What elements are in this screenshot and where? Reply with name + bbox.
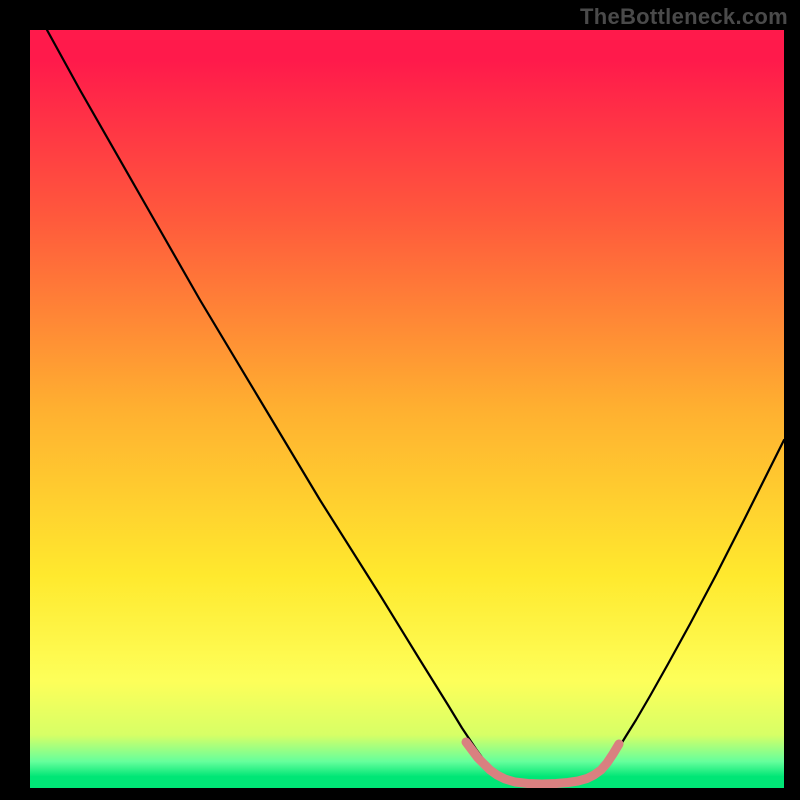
bottleneck-chart bbox=[0, 0, 800, 800]
chart-frame: TheBottleneck.com bbox=[0, 0, 800, 800]
gradient-background bbox=[30, 30, 784, 788]
watermark-text: TheBottleneck.com bbox=[580, 4, 788, 30]
